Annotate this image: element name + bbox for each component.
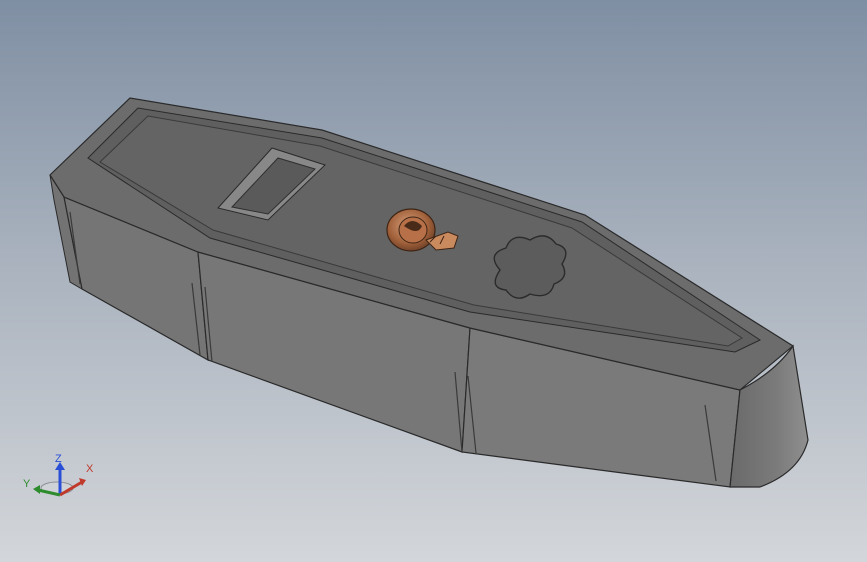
x-axis-label: X [86,463,94,475]
model-scene[interactable]: Z X Y [0,0,867,562]
graphics-viewport[interactable]: Z X Y [0,0,867,562]
coffin-body[interactable] [49,97,809,488]
coordinate-triad[interactable]: Z X Y [23,453,94,497]
z-axis-label: Z [55,453,62,465]
y-axis-label: Y [23,478,31,490]
